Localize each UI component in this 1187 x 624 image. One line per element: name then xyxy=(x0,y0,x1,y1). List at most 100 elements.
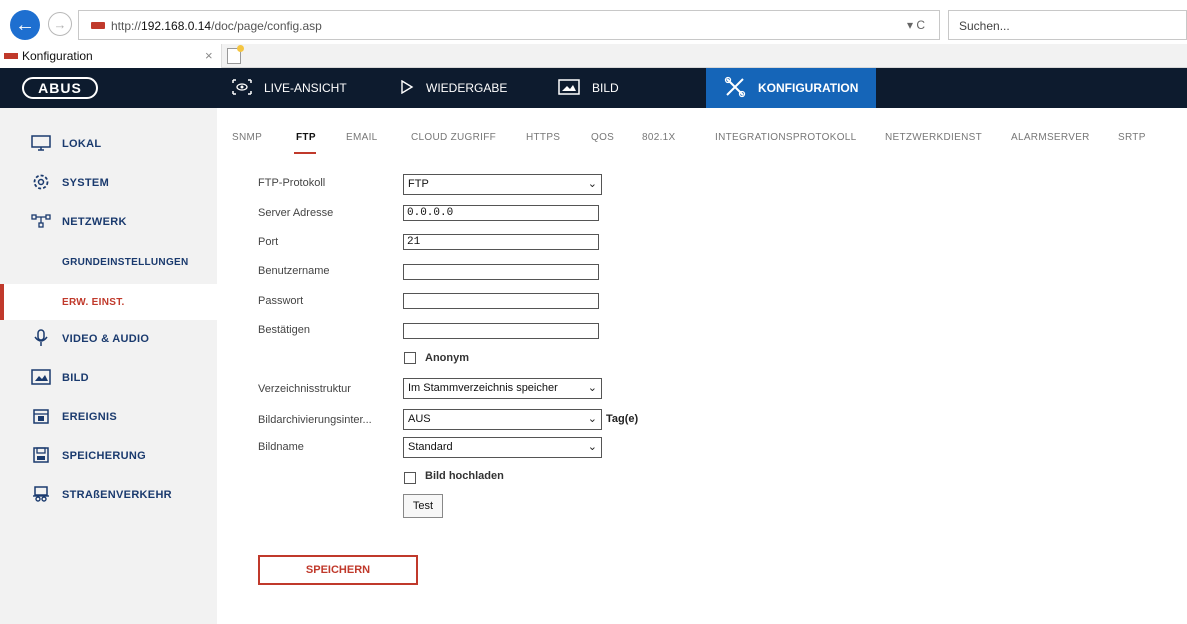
server-address-input[interactable]: 0.0.0.0 xyxy=(403,205,599,221)
confirm-password-input[interactable] xyxy=(403,323,599,339)
tab-snmp[interactable]: SNMP xyxy=(232,132,262,143)
monitor-icon xyxy=(30,134,52,154)
site-badge-icon xyxy=(91,22,105,29)
sidebar-item-label: NETZWERK xyxy=(62,216,127,228)
archive-interval-label: Bildarchivierungsinter... xyxy=(258,414,372,426)
sidebar-item-label: ERW. EINST. xyxy=(62,296,125,308)
browser-tab[interactable]: Konfiguration × xyxy=(0,44,222,68)
sidebar-item-system[interactable]: SYSTEM xyxy=(0,165,217,201)
browser-tab-strip: Konfiguration × xyxy=(0,44,1187,68)
tab-qos[interactable]: QOS xyxy=(591,132,614,143)
chevron-down-icon: ⌄ xyxy=(587,382,597,394)
password-input[interactable] xyxy=(403,293,599,309)
image-name-value: Standard xyxy=(408,441,453,453)
tab-cloud-zugriff[interactable]: CLOUD ZUGRIFF xyxy=(411,132,496,143)
username-label: Benutzername xyxy=(258,265,330,277)
archive-interval-value: AUS xyxy=(408,413,431,425)
back-arrow-icon[interactable]: ← xyxy=(10,10,40,40)
sidebar-item-video-audio[interactable]: VIDEO & AUDIO xyxy=(0,321,217,357)
gear-icon xyxy=(30,173,52,194)
sidebar-item-label: GRUNDEINSTELLUNGEN xyxy=(62,256,189,268)
username-input[interactable] xyxy=(403,264,599,280)
close-tab-icon[interactable]: × xyxy=(205,48,213,63)
save-button[interactable]: SPEICHERN xyxy=(258,555,418,585)
tab-ftp[interactable]: FTP xyxy=(296,132,316,143)
tab-netzwerkdienst[interactable]: NETZWERKDIENST xyxy=(885,132,982,143)
nav-playback-label: WIEDERGABE xyxy=(426,81,508,95)
tab-8021x[interactable]: 802.1X xyxy=(642,132,676,143)
tools-icon xyxy=(724,76,746,101)
tab-email[interactable]: EMAIL xyxy=(346,132,378,143)
nav-live-view[interactable]: LIVE-ANSICHT xyxy=(232,68,347,108)
sidebar-item-lokal[interactable]: LOKAL xyxy=(0,126,217,162)
nav-playback[interactable]: WIEDERGABE xyxy=(400,68,507,108)
calendar-icon xyxy=(30,408,52,427)
directory-structure-select[interactable]: Im Stammverzeichnis speicher ⌄ xyxy=(403,378,602,399)
sidebar-item-bild[interactable]: BILD xyxy=(0,360,217,396)
browser-address-bar: ← → http://192.168.0.14/doc/page/config.… xyxy=(0,0,1187,44)
nav-configuration[interactable]: KONFIGURATION xyxy=(706,68,877,108)
nav-configuration-label: KONFIGURATION xyxy=(758,81,859,95)
play-icon xyxy=(400,79,414,97)
sidebar-item-strassenverkehr[interactable]: STRAßENVERKEHR xyxy=(0,477,217,513)
sidebar-item-erw-einst[interactable]: ERW. EINST. xyxy=(0,284,217,320)
sidebar-item-label: BILD xyxy=(62,372,89,384)
ftp-protocol-label: FTP-Protokoll xyxy=(258,177,326,189)
upload-image-label: Bild hochladen xyxy=(425,470,504,482)
sidebar-item-label: SPEICHERUNG xyxy=(62,450,146,462)
sidebar-item-netzwerk[interactable]: NETZWERK xyxy=(0,204,217,240)
port-label: Port xyxy=(258,236,279,248)
sidebar-item-label: VIDEO & AUDIO xyxy=(62,333,150,345)
archive-interval-select[interactable]: AUS ⌄ xyxy=(403,409,602,430)
top-navigation: ABUS LIVE-ANSICHT WIEDERGABE BILD KONFIG… xyxy=(0,68,1187,108)
server-address-label: Server Adresse xyxy=(258,207,334,219)
chevron-down-icon: ⌄ xyxy=(587,441,597,453)
confirm-password-label: Bestätigen xyxy=(258,324,310,336)
tab-favicon-icon xyxy=(4,53,18,59)
chevron-down-icon: ⌄ xyxy=(587,178,597,190)
browser-search-input[interactable]: Suchen... xyxy=(948,10,1187,40)
image-icon xyxy=(30,368,52,388)
tab-title: Konfiguration xyxy=(22,49,93,63)
directory-structure-value: Im Stammverzeichnis speicher xyxy=(408,382,558,394)
image-name-select[interactable]: Standard ⌄ xyxy=(403,437,602,458)
sidebar-item-label: STRAßENVERKEHR xyxy=(62,489,172,501)
sidebar-item-speicherung[interactable]: SPEICHERUNG xyxy=(0,438,217,474)
tab-alarmserver[interactable]: ALARMSERVER xyxy=(1011,132,1090,143)
nav-image[interactable]: BILD xyxy=(558,68,619,108)
abus-logo: ABUS xyxy=(22,77,98,99)
microphone-icon xyxy=(30,328,52,350)
sidebar-item-label: SYSTEM xyxy=(62,177,110,189)
test-button[interactable]: Test xyxy=(403,494,443,518)
upload-image-checkbox[interactable] xyxy=(404,472,416,484)
nav-image-label: BILD xyxy=(592,81,619,95)
sidebar-item-label: EREIGNIS xyxy=(62,411,117,423)
tab-integrationsprotokoll[interactable]: INTEGRATIONSPROTOKOLL xyxy=(715,132,857,143)
image-icon xyxy=(558,78,580,98)
nav-live-view-label: LIVE-ANSICHT xyxy=(264,81,347,95)
chevron-down-icon: ⌄ xyxy=(587,413,597,425)
sidebar-item-label: LOKAL xyxy=(62,138,102,150)
archive-interval-unit: Tag(e) xyxy=(606,413,639,425)
tab-srtp[interactable]: SRTP xyxy=(1118,132,1146,143)
anonymous-checkbox[interactable] xyxy=(404,352,416,364)
password-label: Passwort xyxy=(258,295,304,307)
new-tab-icon[interactable] xyxy=(227,45,244,64)
car-icon xyxy=(30,485,52,506)
anonymous-label: Anonym xyxy=(425,352,469,364)
network-icon xyxy=(30,213,52,232)
image-name-label: Bildname xyxy=(258,441,304,453)
forward-arrow-icon[interactable]: → xyxy=(48,12,72,36)
ftp-protocol-select[interactable]: FTP ⌄ xyxy=(403,174,602,195)
sidebar-item-grundeinstellungen[interactable]: GRUNDEINSTELLUNGEN xyxy=(0,244,217,280)
storage-icon xyxy=(30,446,52,466)
sidebar-item-ereignis[interactable]: EREIGNIS xyxy=(0,399,217,435)
active-tab-indicator xyxy=(294,152,316,154)
eye-icon xyxy=(232,78,252,98)
tab-https[interactable]: HTTPS xyxy=(526,132,560,143)
port-input[interactable]: 21 xyxy=(403,234,599,250)
url-field[interactable]: http://192.168.0.14/doc/page/config.asp … xyxy=(78,10,940,40)
directory-structure-label: Verzeichnisstruktur xyxy=(258,383,351,395)
url-text: http://192.168.0.14/doc/page/config.asp xyxy=(111,19,322,33)
refresh-icon[interactable]: ▾ C xyxy=(907,18,925,32)
